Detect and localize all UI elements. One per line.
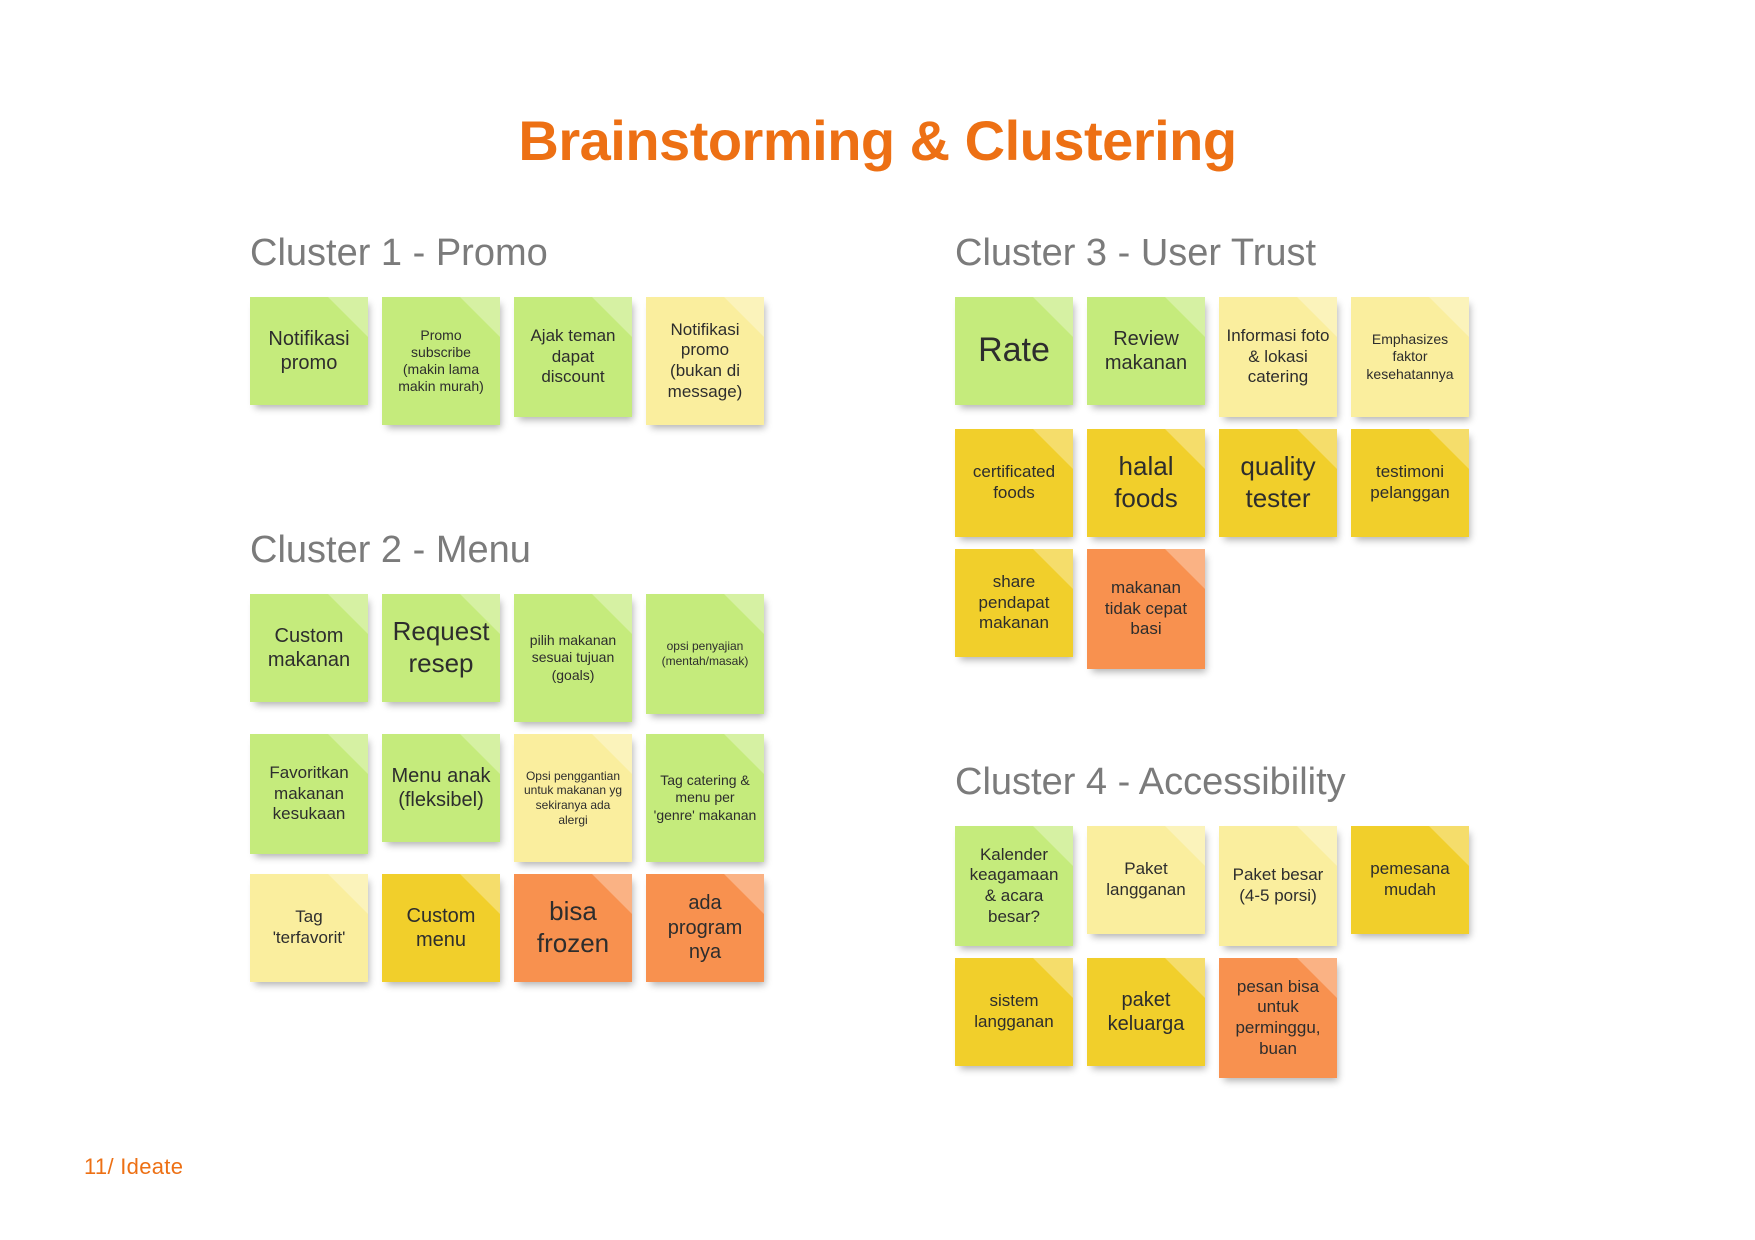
sticky-note[interactable]: share pendapat makanan [955,549,1073,657]
sticky-note-label: pesan bisa untuk perminggu, buan [1235,976,1321,1058]
sticky-note[interactable]: Favoritkan makanan kesukaan [250,734,368,854]
sticky-note[interactable]: Ajak teman dapat discount [514,297,632,417]
sticky-note[interactable]: Request resep [382,594,500,702]
sticky-note[interactable]: halal foods [1087,429,1205,537]
sticky-note-label: Custom makanan [267,624,351,671]
sticky-note-label: Menu anak (fleksibel) [391,764,491,811]
sticky-note-label: Kalender keagamaan & acara besar? [969,844,1059,926]
note-row: sistem langganan paket keluarga pesan bisa… [955,958,1515,1078]
sticky-note[interactable]: Rate [955,297,1073,405]
sticky-note[interactable]: bisa frozen [514,874,632,982]
sticky-note[interactable]: Custom menu [382,874,500,982]
note-row: certificated foods halal foods quality tes… [955,429,1515,537]
cluster-3-rows: Rate Review makanan Informasi foto & lokas… [955,297,1515,669]
cluster-4-title: Cluster 4 - Accessibility [955,761,1346,803]
sticky-note[interactable]: pemesana mudah [1351,826,1469,934]
sticky-note[interactable]: ada program nya [646,874,764,982]
sticky-note-label: Paket langganan [1106,859,1186,899]
sticky-note-label: Rate [978,331,1050,370]
sticky-note-label: Promo subscribe (makin lama makin murah) [398,326,484,395]
sticky-note-label: Notifikasi promo [268,327,350,374]
sticky-note[interactable]: Informasi foto & lokasi catering [1219,297,1337,417]
cluster-4-rows: Kalender keagamaan & acara besar? Paket l… [955,826,1515,1078]
spacer-left [250,437,790,529]
sticky-note-label: Request resep [392,616,490,678]
sticky-note-label: Notifikasi promo (bukan di message) [667,319,743,401]
sticky-note[interactable]: Kalender keagamaan & acara besar? [955,826,1073,946]
sticky-note-label: Emphasizes faktor kesehatannya [1366,331,1454,382]
note-row: Notifikasi promo Promo subscribe (makin l… [250,297,790,425]
note-row: Custom makanan Request resep pilih makanan… [250,594,790,722]
note-row: Rate Review makanan Informasi foto & lokas… [955,297,1515,417]
sticky-note-label: Opsi penggantian untuk makanan yg sekira… [523,768,623,827]
cluster-1-rows: Notifikasi promo Promo subscribe (makin l… [250,297,790,425]
cluster-2-rows: Custom makanan Request resep pilih makanan… [250,594,790,982]
sticky-note-label: Informasi foto & lokasi catering [1226,325,1330,387]
right-column: Cluster 3 - User Trust Rate Review makana… [955,232,1515,1090]
sticky-note[interactable]: Notifikasi promo [250,297,368,405]
sticky-note[interactable]: quality tester [1219,429,1337,537]
note-row: share pendapat makanan makanan tidak cepa… [955,549,1515,669]
cluster-1-title: Cluster 1 - Promo [250,232,548,274]
note-row: Favoritkan makanan kesukaan Menu anak (fl… [250,734,790,862]
sticky-note[interactable]: paket keluarga [1087,958,1205,1066]
sticky-note-label: Tag 'terfavorit' [272,907,346,947]
sticky-note[interactable]: Tag 'terfavorit' [250,874,368,982]
sticky-note-label: certificated foods [972,462,1056,502]
sticky-note[interactable]: pilih makanan sesuai tujuan (goals) [514,594,632,722]
sticky-note[interactable]: Emphasizes faktor kesehatannya [1351,297,1469,417]
page-title: Brainstorming & Clustering [518,109,1237,172]
sticky-note[interactable]: Paket langganan [1087,826,1205,934]
sticky-note-label: Paket besar (4-5 porsi) [1232,865,1324,905]
cluster-1: Cluster 1 - Promo Notifikasi promo Promo … [250,232,790,425]
sticky-note-label: Custom menu [406,904,476,951]
sticky-note-label: share pendapat makanan [978,571,1050,633]
note-row: Tag 'terfavorit' Custom menu bisa frozen ad… [250,874,790,982]
sticky-note-label: makanan tidak cepat basi [1104,577,1188,639]
cluster-2: Cluster 2 - Menu Custom makanan Request r… [250,529,790,982]
sticky-note-label: quality tester [1240,451,1316,513]
cluster-3-title: Cluster 3 - User Trust [955,232,1317,274]
sticky-note-label: sistem langganan [974,991,1054,1031]
sticky-note-label: halal foods [1114,451,1178,513]
sticky-note[interactable]: Paket besar (4-5 porsi) [1219,826,1337,946]
note-row: Kalender keagamaan & acara besar? Paket l… [955,826,1515,946]
slide-footer: 11/ Ideate [84,1154,184,1179]
cluster-4: Cluster 4 - Accessibility Kalender keaga… [955,761,1515,1078]
cluster-3: Cluster 3 - User Trust Rate Review makana… [955,232,1515,669]
sticky-note[interactable]: Review makanan [1087,297,1205,405]
left-column: Cluster 1 - Promo Notifikasi promo Promo … [250,232,790,994]
cluster-2-title: Cluster 2 - Menu [250,529,531,571]
sticky-note-label: opsi penyajian (mentah/masak) [661,639,749,668]
sticky-note[interactable]: Notifikasi promo (bukan di message) [646,297,764,425]
spacer-right [955,681,1515,761]
sticky-note[interactable]: pesan bisa untuk perminggu, buan [1219,958,1337,1078]
sticky-note-label: pilih makanan sesuai tujuan (goals) [529,632,617,683]
sticky-note-label: Favoritkan makanan kesukaan [269,762,349,824]
slide-canvas: Brainstorming & Clustering Cluster 1 - P… [0,0,1755,1240]
sticky-note[interactable]: Custom makanan [250,594,368,702]
sticky-note[interactable]: opsi penyajian (mentah/masak) [646,594,764,714]
sticky-note[interactable]: Opsi penggantian untuk makanan yg sekira… [514,734,632,862]
sticky-note-label: ada program nya [667,892,743,964]
sticky-note[interactable]: Promo subscribe (makin lama makin murah) [382,297,500,425]
sticky-note-label: Ajak teman dapat discount [530,325,616,387]
sticky-note-label: Review makanan [1104,327,1188,374]
sticky-note[interactable]: Menu anak (fleksibel) [382,734,500,842]
sticky-note-label: bisa frozen [536,896,610,958]
sticky-note-label: paket keluarga [1107,988,1185,1035]
sticky-note[interactable]: certificated foods [955,429,1073,537]
sticky-note[interactable]: testimoni pelanggan [1351,429,1469,537]
sticky-note[interactable]: makanan tidak cepat basi [1087,549,1205,669]
sticky-note-label: testimoni pelanggan [1370,462,1450,502]
sticky-note-label: pemesana mudah [1370,859,1450,899]
sticky-note[interactable]: sistem langganan [955,958,1073,1066]
sticky-note[interactable]: Tag catering & menu per 'genre' makanan [646,734,764,862]
sticky-note-label: Tag catering & menu per 'genre' makanan [653,772,757,823]
